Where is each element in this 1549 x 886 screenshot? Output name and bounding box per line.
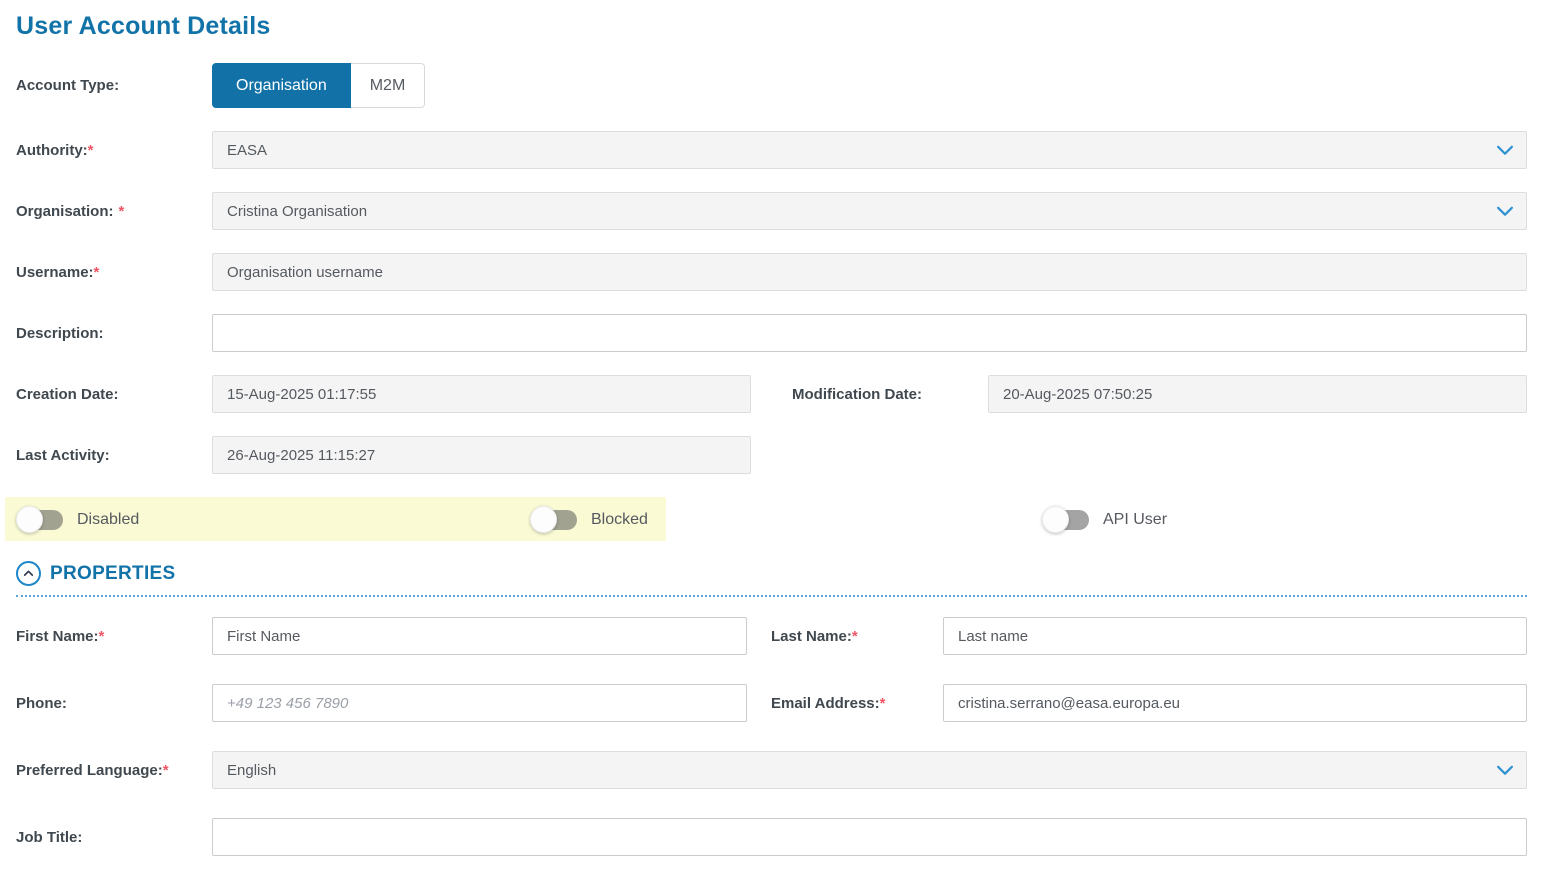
organisation-value: Cristina Organisation [227,203,367,220]
api-user-toggle-label: API User [1103,511,1167,529]
first-name-input[interactable] [212,617,747,655]
properties-section-title: PROPERTIES [50,563,175,585]
api-user-toggle-group: API User [1042,506,1167,533]
account-type-m2m-button[interactable]: M2M [351,63,426,108]
api-user-toggle[interactable] [1042,506,1090,533]
account-type-segmented-control: Organisation M2M [212,63,425,108]
blocked-toggle-group: Blocked [530,506,648,533]
email-address-input[interactable] [943,684,1527,722]
contact-row: Phone: Email Address:* [16,684,1527,722]
job-title-row: Job Title: [16,818,1527,856]
account-type-label: Account Type: [16,77,212,94]
collapse-section-button[interactable] [16,561,41,586]
blocked-toggle-label: Blocked [591,511,648,529]
disabled-toggle-label: Disabled [77,511,139,529]
required-asterisk: * [94,264,100,281]
last-activity-row: Last Activity: [16,436,1527,474]
authority-value: EASA [227,142,267,159]
modification-date-input[interactable] [988,375,1527,413]
name-row: First Name:* Last Name:* [16,617,1527,655]
last-name-input[interactable] [943,617,1527,655]
description-row: Description: [16,314,1527,352]
creation-date-input[interactable] [212,375,751,413]
username-input[interactable] [212,253,1527,291]
job-title-input[interactable] [212,818,1527,856]
toggle-knob [1042,506,1069,533]
required-asterisk: * [119,203,125,220]
account-type-row: Account Type: Organisation M2M [16,63,1527,108]
chevron-down-icon [1494,200,1516,222]
email-address-label: Email Address:* [747,695,943,712]
preferred-language-row: Preferred Language:* English [16,751,1527,789]
username-label: Username:* [16,264,212,281]
toggle-knob [530,506,557,533]
organisation-row: Organisation:* Cristina Organisation [16,192,1527,230]
authority-label: Authority:* [16,142,212,159]
blocked-toggle[interactable] [530,506,578,533]
toggle-knob [16,506,43,533]
dates-row: Creation Date: Modification Date: [16,375,1527,413]
chevron-up-icon [22,567,35,580]
disabled-toggle[interactable] [16,506,64,533]
creation-date-label: Creation Date: [16,386,212,403]
preferred-language-label: Preferred Language:* [16,762,212,779]
required-asterisk: * [880,695,886,712]
modification-date-label: Modification Date: [751,386,988,403]
status-toggles-row: Disabled Blocked API User [16,497,1527,543]
job-title-label: Job Title: [16,829,212,846]
phone-input[interactable] [212,684,747,722]
authority-select[interactable]: EASA [212,131,1527,169]
disabled-toggle-group: Disabled [16,506,139,533]
chevron-down-icon [1494,759,1516,781]
preferred-language-value: English [227,762,276,779]
required-asterisk: * [99,628,105,645]
description-input[interactable] [212,314,1527,352]
preferred-language-select[interactable]: English [212,751,1527,789]
required-asterisk: * [88,142,94,159]
phone-label: Phone: [16,695,212,712]
organisation-label: Organisation:* [16,203,212,220]
last-activity-label: Last Activity: [16,447,212,464]
chevron-down-icon [1494,139,1516,161]
organisation-select[interactable]: Cristina Organisation [212,192,1527,230]
username-row: Username:* [16,253,1527,291]
account-type-organisation-button[interactable]: Organisation [212,63,351,108]
page-title: User Account Details [16,12,1527,41]
last-activity-input[interactable] [212,436,751,474]
required-asterisk: * [163,762,169,779]
description-label: Description: [16,325,212,342]
first-name-label: First Name:* [16,628,212,645]
last-name-label: Last Name:* [747,628,943,645]
authority-row: Authority:* EASA [16,131,1527,169]
required-asterisk: * [852,628,858,645]
user-account-details-page: User Account Details Account Type: Organ… [0,0,1549,856]
properties-section-header: PROPERTIES [16,561,1527,597]
